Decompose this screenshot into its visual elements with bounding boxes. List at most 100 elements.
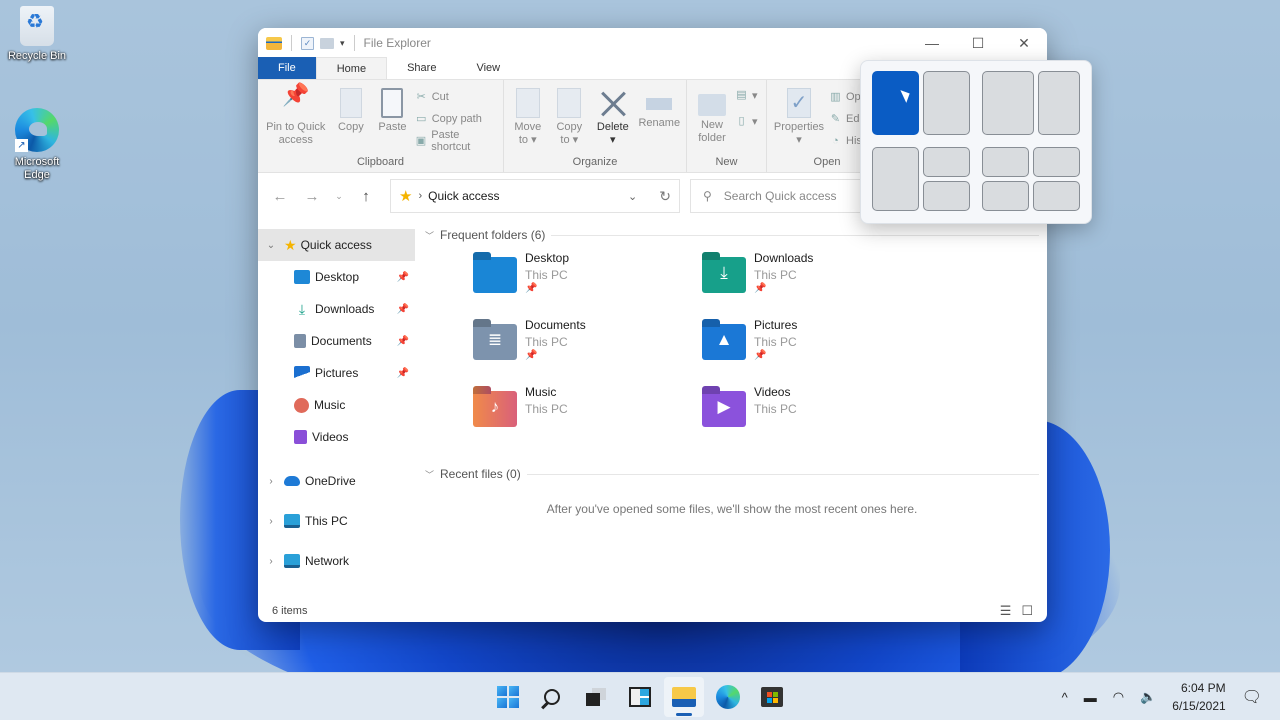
file-explorer-taskbar-button[interactable]: [664, 677, 704, 717]
pictures-folder-icon: ▲: [702, 324, 746, 360]
properties-qat-button[interactable]: ✓: [301, 36, 314, 50]
pin-to-quick-access-button[interactable]: 📌 Pin to Quick access: [262, 84, 330, 154]
tab-share[interactable]: Share: [387, 57, 456, 79]
videos-folder-icon: ▶: [702, 391, 746, 427]
expand-chevron-icon[interactable]: ›: [258, 476, 284, 487]
recent-files-header[interactable]: ﹀ Recent files (0): [425, 460, 1039, 488]
search-button[interactable]: [532, 677, 572, 717]
sidebar-item-this-pc[interactable]: › This PC: [258, 501, 415, 541]
copy-button[interactable]: Copy: [332, 84, 371, 154]
expand-chevron-icon[interactable]: ›: [258, 516, 284, 527]
folder-name: Downloads: [754, 251, 814, 265]
open-icon: ▥: [830, 90, 841, 103]
tab-view[interactable]: View: [456, 57, 520, 79]
desktop-folder-icon: [294, 270, 310, 284]
folder-tile-pictures[interactable]: ▲ Pictures This PC 📌: [702, 318, 931, 377]
forward-button[interactable]: →: [298, 182, 326, 210]
snap-zone-left-half[interactable]: [872, 71, 919, 135]
minimize-button[interactable]: —: [909, 28, 955, 58]
copy-to-button[interactable]: Copy to ▾: [550, 84, 590, 154]
snap-zone-right-half[interactable]: [923, 71, 970, 135]
delete-button[interactable]: Delete ▾: [591, 84, 634, 154]
sidebar-item-network[interactable]: › Network: [258, 541, 415, 581]
folder-tile-videos[interactable]: ▶ Videos This PC: [702, 385, 931, 444]
large-icons-view-button[interactable]: ☐: [1021, 603, 1033, 619]
sidebar-item-pictures[interactable]: Pictures 📌: [258, 357, 415, 389]
collapse-chevron-icon[interactable]: ⌄: [258, 240, 284, 251]
sidebar-item-music[interactable]: Music: [258, 389, 415, 421]
store-taskbar-button[interactable]: [752, 677, 792, 717]
sidebar-item-downloads[interactable]: ⤓ Downloads 📌: [258, 293, 415, 325]
easy-access-button[interactable]: ▯ ▾: [735, 112, 757, 130]
snap-zone-layout4-top-right[interactable]: [1033, 147, 1080, 177]
new-folder-qat-button[interactable]: [320, 37, 334, 49]
breadcrumb-quick-access[interactable]: Quick access: [428, 189, 499, 203]
move-to-button[interactable]: Move to ▾: [508, 84, 548, 154]
details-view-button[interactable]: ☰: [1000, 603, 1012, 619]
customize-qat-dropdown[interactable]: ▾: [340, 38, 345, 49]
snap-zone-layout2-right[interactable]: [1038, 71, 1080, 135]
folder-tile-documents[interactable]: ≣ Documents This PC 📌: [473, 318, 702, 377]
volume-icon[interactable]: 🔈: [1140, 689, 1156, 705]
edit-button[interactable]: ✎ Edi: [829, 110, 862, 128]
snap-zone-layout4-bottom-left[interactable]: [982, 181, 1029, 211]
sidebar-item-videos[interactable]: Videos: [258, 421, 415, 453]
snap-zone-layout3-bottom-right[interactable]: [923, 181, 970, 211]
folder-tile-downloads[interactable]: ⤓ Downloads This PC 📌: [702, 251, 931, 310]
tab-file[interactable]: File: [258, 57, 316, 79]
paste-button[interactable]: Paste: [372, 84, 413, 154]
sidebar-item-documents[interactable]: Documents 📌: [258, 325, 415, 357]
paste-shortcut-button[interactable]: ▣ Paste shortcut: [415, 129, 499, 153]
folder-tile-desktop[interactable]: Desktop This PC 📌: [473, 251, 702, 310]
tab-home[interactable]: Home: [315, 57, 388, 79]
snap-zone-layout2-left[interactable]: [982, 71, 1034, 135]
show-hidden-icons-button[interactable]: ^: [1062, 690, 1068, 705]
breadcrumb-separator[interactable]: ›: [418, 190, 422, 202]
mouse-cursor-icon: [900, 87, 913, 103]
button-label: Copy: [338, 121, 364, 133]
recent-locations-button[interactable]: ⌄: [330, 182, 348, 210]
up-button[interactable]: ↑: [352, 182, 380, 210]
sidebar-item-desktop[interactable]: Desktop 📌: [258, 261, 415, 293]
wifi-icon[interactable]: ◠: [1113, 689, 1124, 705]
address-dropdown-button[interactable]: ⌄: [628, 190, 637, 203]
folder-tile-music[interactable]: ♪ Music This PC: [473, 385, 702, 444]
expand-chevron-icon[interactable]: ›: [258, 556, 284, 567]
cut-button[interactable]: ✂ Cut: [415, 88, 499, 106]
back-button[interactable]: ←: [266, 182, 294, 210]
collapse-chevron-icon: ﹀: [425, 230, 435, 241]
battery-icon[interactable]: ▬: [1084, 690, 1097, 705]
sidebar-item-quick-access[interactable]: ⌄ ★ Quick access: [258, 229, 415, 261]
close-button[interactable]: ✕: [1001, 28, 1047, 58]
open-button[interactable]: ▥ Op: [829, 88, 862, 106]
snap-zone-layout3-top-right[interactable]: [923, 147, 970, 177]
folder-name: Desktop: [525, 251, 570, 265]
snap-zone-layout4-top-left[interactable]: [982, 147, 1029, 177]
frequent-folders-header[interactable]: ﹀ Frequent folders (6): [425, 221, 1039, 249]
clock[interactable]: 6:04 PM 6/15/2021: [1172, 679, 1225, 715]
copy-path-icon: ▭: [416, 112, 427, 125]
snap-zone-layout4-bottom-right[interactable]: [1033, 181, 1080, 211]
refresh-button[interactable]: ↻: [659, 188, 671, 205]
search-input[interactable]: ⚲ Search Quick access: [690, 179, 870, 213]
rename-button[interactable]: Rename: [637, 84, 682, 154]
sidebar-item-onedrive[interactable]: › OneDrive: [258, 461, 415, 501]
new-folder-button[interactable]: New folder: [691, 84, 733, 154]
maximize-button[interactable]: ☐: [955, 28, 1001, 58]
copy-path-button[interactable]: ▭ Copy path: [415, 110, 499, 128]
notifications-icon[interactable]: 🗨: [1242, 687, 1262, 707]
desktop-icon-edge[interactable]: ↗ Microsoft Edge: [0, 108, 74, 182]
edge-taskbar-button[interactable]: [708, 677, 748, 717]
properties-button[interactable]: ✓ Properties ▾: [771, 84, 827, 154]
edge-icon: ↗: [15, 108, 59, 152]
snap-zone-layout3-left[interactable]: [872, 147, 919, 211]
new-item-button[interactable]: ▤ ▾: [735, 86, 757, 104]
store-icon: [761, 687, 783, 707]
widgets-button[interactable]: [620, 677, 660, 717]
task-view-button[interactable]: [576, 677, 616, 717]
start-button[interactable]: [488, 677, 528, 717]
navigation-pane: ⌄ ★ Quick access Desktop 📌 ⤓ Downloads 📌…: [258, 219, 415, 595]
desktop-icon-recycle-bin[interactable]: ♻ Recycle Bin: [0, 6, 74, 63]
address-bar[interactable]: ★ › Quick access ⌄ ↻: [390, 179, 680, 213]
history-button[interactable]: ◔ His: [829, 132, 862, 150]
